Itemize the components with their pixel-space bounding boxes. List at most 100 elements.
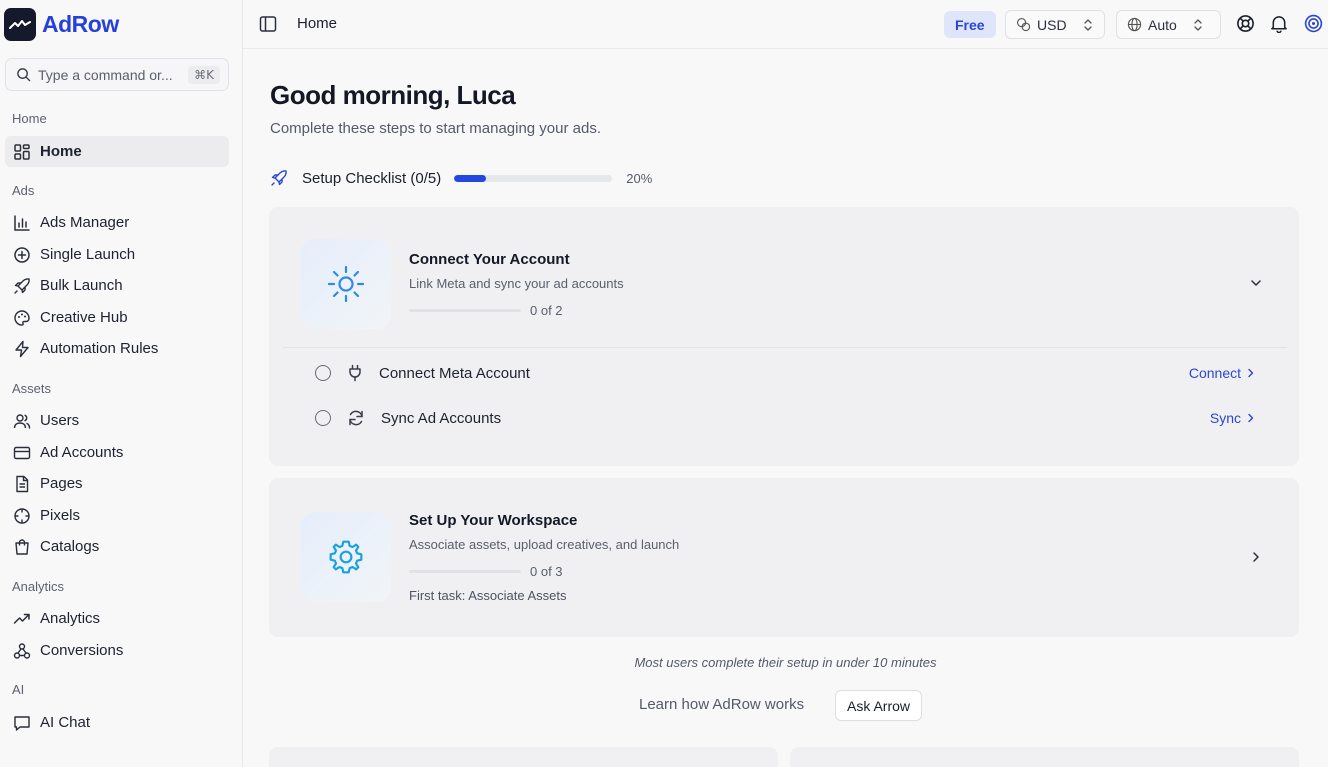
help-button[interactable] — [1236, 14, 1255, 38]
sidebar-item-single-launch[interactable]: Single Launch — [5, 239, 229, 270]
sidebar-item-label: Ad Accounts — [40, 444, 124, 461]
section-label-assets: Assets — [12, 381, 52, 396]
lifebuoy-icon — [1237, 15, 1254, 32]
sidebar-item-ai-chat[interactable]: AI Chat — [5, 707, 229, 738]
task-connect-meta[interactable]: Connect Meta Account Connect — [315, 361, 1255, 385]
sidebar-item-automation-rules[interactable]: Automation Rules — [5, 333, 229, 364]
sidebar-item-pixels[interactable]: Pixels — [5, 500, 229, 531]
timezone-select[interactable]: Auto — [1116, 10, 1221, 39]
card-progress-count: 0 of 2 — [530, 303, 563, 318]
workspace-setup-card[interactable]: Set Up Your Workspace Associate assets, … — [269, 478, 1299, 637]
sidebar-item-home[interactable]: Home — [5, 136, 229, 167]
card-progress-count: 0 of 3 — [530, 564, 563, 579]
bottom-card-right — [790, 747, 1299, 767]
sidebar-toggle-button[interactable] — [259, 15, 277, 38]
refresh-icon — [349, 410, 363, 426]
bar-chart-icon — [14, 214, 30, 231]
sidebar-item-label: Catalogs — [40, 538, 100, 555]
greeting-subtitle: Complete these steps to start managing y… — [270, 120, 602, 137]
sun-icon — [327, 265, 365, 303]
card-divider — [283, 347, 1287, 348]
command-palette-input[interactable]: Type a command or... ⌘K — [5, 58, 229, 91]
card-title: Set Up Your Workspace — [409, 512, 578, 529]
sidebar-item-label: Ads Manager — [40, 214, 130, 231]
sidebar-item-ad-accounts[interactable]: Ad Accounts — [5, 437, 229, 468]
crosshair-icon — [14, 507, 30, 524]
card-icon-tile — [301, 512, 391, 602]
task-status-radio[interactable] — [315, 410, 331, 426]
users-icon — [13, 413, 31, 429]
search-icon — [17, 68, 31, 82]
checklist-progress-fill — [454, 174, 486, 182]
sidebar-item-label: Creative Hub — [40, 309, 128, 326]
sidebar-item-label: Users — [40, 412, 80, 429]
sidebar-item-conversions[interactable]: Conversions — [5, 635, 229, 666]
webhook-icon — [13, 642, 31, 659]
section-label-ads: Ads — [12, 183, 35, 198]
command-shortcut: ⌘K — [188, 65, 220, 84]
lightning-icon — [15, 340, 29, 357]
setup-checklist: Setup Checklist (0/5) 20% — [270, 169, 652, 187]
main-content: Good morning, Luca Complete these steps … — [243, 50, 1328, 767]
connect-account-card: Connect Your Account Link Meta and sync … — [269, 207, 1299, 466]
ask-arrow-button[interactable]: Ask Arrow — [835, 690, 923, 721]
sidebar-item-label: Bulk Launch — [40, 277, 123, 294]
sidebar-item-label: Conversions — [40, 642, 124, 659]
command-placeholder: Type a command or... — [38, 66, 173, 83]
setup-footnote: Most users complete their setup in under… — [634, 655, 937, 670]
plus-circle-icon — [14, 246, 30, 263]
action-label: Sync — [1209, 410, 1241, 426]
sidebar-item-catalogs[interactable]: Catalogs — [5, 531, 229, 562]
currency-value: USD — [1037, 16, 1067, 33]
card-title: Connect Your Account — [409, 251, 570, 268]
sidebar-item-label: Pixels — [40, 507, 81, 524]
open-card-button[interactable] — [1249, 550, 1263, 569]
card-progress-bar — [409, 570, 521, 573]
card-icon-tile — [301, 239, 391, 329]
coins-icon — [1017, 18, 1031, 32]
plug-icon — [349, 364, 361, 382]
goals-button[interactable] — [1304, 14, 1323, 38]
connect-action-link[interactable]: Connect — [1189, 365, 1255, 381]
sidebar-item-analytics[interactable]: Analytics — [5, 603, 229, 634]
brand[interactable]: AdRow — [4, 8, 119, 41]
brand-name: AdRow — [42, 11, 119, 37]
sidebar-item-ads-manager[interactable]: Ads Manager — [5, 207, 229, 238]
learn-text: Learn how AdRow works — [639, 696, 805, 713]
sidebar-item-pages[interactable]: Pages — [5, 468, 229, 499]
sidebar-item-label: Home — [40, 143, 82, 160]
sync-action-link[interactable]: Sync — [1210, 410, 1255, 426]
credit-card-icon — [13, 446, 31, 459]
sidebar: AdRow Type a command or... ⌘K Home Home … — [0, 0, 243, 767]
chevron-up-down-icon — [1194, 18, 1202, 31]
sidebar-item-label: Single Launch — [40, 246, 136, 263]
sidebar-item-label: Automation Rules — [40, 340, 159, 357]
shopping-bag-icon — [15, 538, 29, 555]
chevron-right-icon — [1248, 368, 1254, 378]
chat-icon — [14, 715, 30, 731]
notifications-button[interactable] — [1270, 14, 1288, 38]
task-status-radio[interactable] — [315, 365, 331, 381]
plan-badge[interactable]: Free — [944, 11, 996, 38]
sidebar-item-bulk-launch[interactable]: Bulk Launch — [5, 270, 229, 301]
task-label: Sync Ad Accounts — [381, 409, 502, 427]
task-label: Connect Meta Account — [379, 364, 530, 382]
currency-select[interactable]: USD — [1005, 10, 1105, 39]
bottom-card-left — [269, 747, 778, 767]
rocket-icon — [271, 170, 287, 186]
chevron-right-icon — [1248, 413, 1254, 423]
globe-icon — [1127, 17, 1142, 32]
task-sync-ad-accounts[interactable]: Sync Ad Accounts Sync — [315, 406, 1255, 430]
dashboard-icon — [14, 143, 30, 160]
collapse-card-button[interactable] — [1249, 276, 1263, 295]
timezone-value: Auto — [1148, 16, 1177, 33]
checklist-percent: 20% — [626, 170, 653, 186]
document-icon — [16, 475, 29, 492]
sidebar-item-users[interactable]: Users — [5, 405, 229, 436]
sidebar-item-creative-hub[interactable]: Creative Hub — [5, 302, 229, 333]
checklist-progress-bar — [454, 174, 613, 182]
logo-icon — [4, 8, 36, 41]
gear-icon — [329, 540, 363, 574]
sidebar-toggle-icon — [259, 16, 277, 32]
sidebar-item-label: Analytics — [40, 610, 101, 627]
